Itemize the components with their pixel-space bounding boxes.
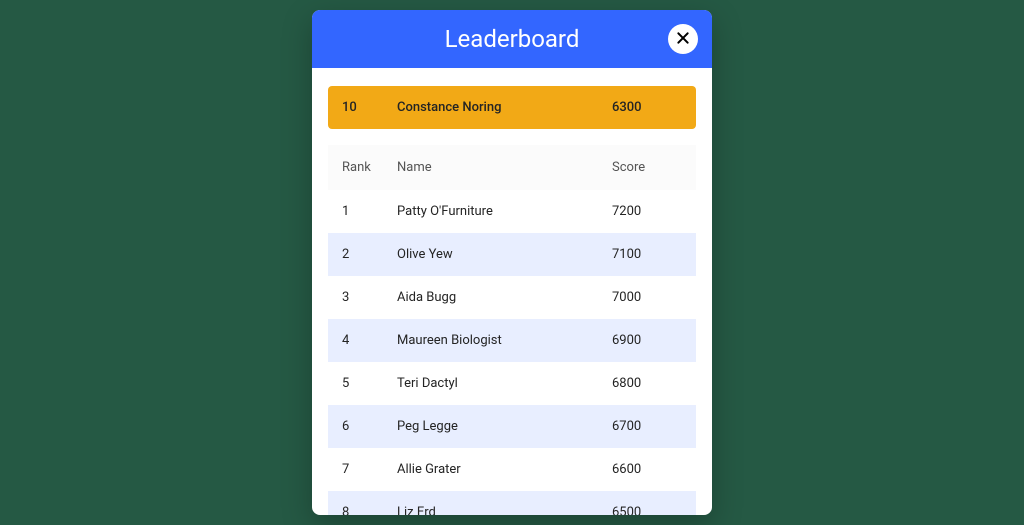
cell-rank: 4 (342, 333, 397, 348)
highlighted-rank: 10 (342, 100, 397, 115)
cell-score: 6500 (612, 505, 682, 515)
cell-rank: 1 (342, 204, 397, 219)
table-row: 6Peg Legge6700 (328, 405, 696, 448)
cell-name: Olive Yew (397, 247, 612, 262)
cell-score: 7200 (612, 204, 682, 219)
modal-header: Leaderboard (312, 10, 712, 68)
cell-name: Peg Legge (397, 419, 612, 434)
table-row: 1Patty O'Furniture7200 (328, 190, 696, 233)
cell-rank: 2 (342, 247, 397, 262)
cell-name: Teri Dactyl (397, 376, 612, 391)
cell-score: 6600 (612, 462, 682, 477)
table-row: 3Aida Bugg7000 (328, 276, 696, 319)
leaderboard-scroll[interactable]: 10 Constance Noring 6300 Rank Name Score… (312, 68, 712, 515)
cell-rank: 3 (342, 290, 397, 305)
cell-rank: 8 (342, 505, 397, 515)
cell-name: Patty O'Furniture (397, 204, 612, 219)
modal-title: Leaderboard (445, 25, 580, 53)
table-row: 2Olive Yew7100 (328, 233, 696, 276)
cell-name: Aida Bugg (397, 290, 612, 305)
table-row: 5Teri Dactyl6800 (328, 362, 696, 405)
col-header-name: Name (397, 160, 612, 175)
close-button[interactable] (668, 24, 698, 54)
highlighted-name: Constance Noring (397, 100, 612, 115)
col-header-rank: Rank (342, 160, 397, 175)
highlighted-score: 6300 (612, 100, 682, 115)
leaderboard-modal: Leaderboard 10 Constance Noring 6300 Ran… (312, 10, 712, 515)
cell-score: 7100 (612, 247, 682, 262)
cell-name: Allie Grater (397, 462, 612, 477)
cell-name: Liz Erd (397, 505, 612, 515)
close-icon (675, 30, 691, 49)
cell-score: 7000 (612, 290, 682, 305)
cell-name: Maureen Biologist (397, 333, 612, 348)
cell-score: 6800 (612, 376, 682, 391)
cell-rank: 7 (342, 462, 397, 477)
table-row: 7Allie Grater6600 (328, 448, 696, 491)
cell-rank: 5 (342, 376, 397, 391)
cell-score: 6900 (612, 333, 682, 348)
table-body: 1Patty O'Furniture72002Olive Yew71003Aid… (328, 190, 696, 515)
table-row: 4Maureen Biologist6900 (328, 319, 696, 362)
highlighted-row: 10 Constance Noring 6300 (328, 86, 696, 129)
col-header-score: Score (612, 160, 682, 175)
cell-score: 6700 (612, 419, 682, 434)
table-row: 8Liz Erd6500 (328, 491, 696, 515)
cell-rank: 6 (342, 419, 397, 434)
table-header: Rank Name Score (328, 145, 696, 190)
